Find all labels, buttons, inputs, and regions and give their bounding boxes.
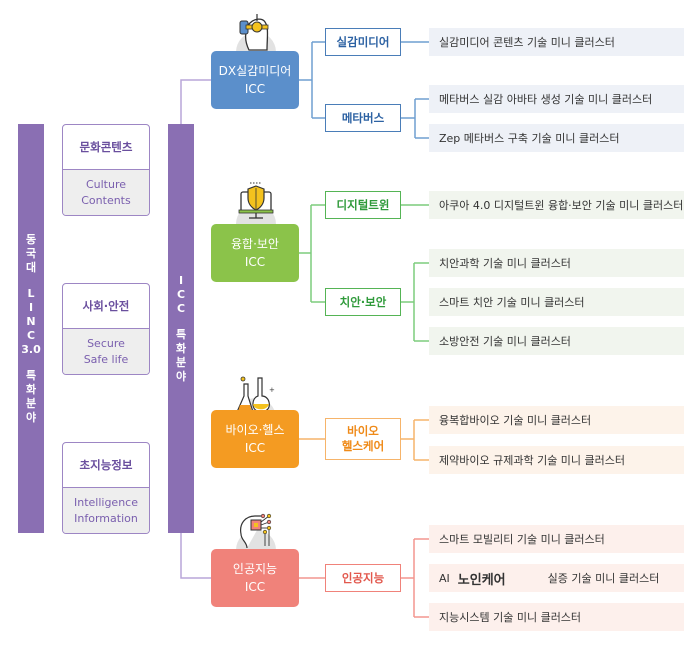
sub-label: 인공지능 bbox=[341, 570, 385, 585]
leaf-item[interactable]: AI 노인케어 실증 기술 미니 클러스터 bbox=[429, 564, 684, 592]
leaf-label: 아쿠아 4.0 디지털트윈 융합·보안 기술 미니 클러스터 bbox=[439, 199, 684, 212]
bar-char: N bbox=[26, 314, 36, 328]
category-en-line: Intelligence bbox=[73, 496, 138, 509]
icc-box-dx-media[interactable]: DX실감미디어 ICC bbox=[211, 51, 299, 109]
leaf-item[interactable]: 스마트 치안 기술 미니 클러스터 bbox=[429, 288, 684, 316]
category-intelligence-information: 초지능정보 Intelligence Information bbox=[62, 442, 150, 534]
icc-specialization-bar: I C C 특 화 분 야 bbox=[168, 124, 194, 533]
bar-char: 대 bbox=[25, 260, 37, 274]
sub-artificial-intelligence[interactable]: 인공지능 bbox=[325, 564, 401, 592]
leaf-label: 실증 기술 미니 클러스터 bbox=[547, 572, 660, 585]
security-shield-monitor-icon bbox=[231, 180, 281, 244]
category-en-label: Culture Contents bbox=[63, 170, 149, 215]
category-en-line: Secure bbox=[87, 337, 125, 350]
security-connectors bbox=[299, 204, 429, 342]
icc-suffix: ICC bbox=[244, 580, 266, 594]
category-ko-label: 초지능정보 bbox=[63, 443, 149, 488]
icc-name: DX실감미디어 bbox=[218, 64, 292, 78]
leaf-label: 스마트 치안 기술 미니 클러스터 bbox=[439, 296, 585, 309]
leaf-label: Zep 메타버스 구축 기술 미니 클러스터 bbox=[439, 132, 620, 145]
leaf-item[interactable]: 실감미디어 콘텐츠 기술 미니 클러스터 bbox=[429, 28, 684, 56]
ai-brain-chip-icon bbox=[231, 506, 281, 570]
sub-label: 치안·보안 bbox=[339, 294, 387, 309]
bar-char: 화 bbox=[175, 341, 187, 355]
bar-char: 특 bbox=[25, 368, 37, 382]
sub-label: 헬스케어 bbox=[341, 439, 385, 453]
category-en-line: Safe life bbox=[83, 353, 129, 366]
bar-char: 특 bbox=[175, 327, 187, 341]
leaf-item[interactable]: 소방안전 기술 미니 클러스터 bbox=[429, 327, 684, 355]
bar-char: I bbox=[178, 273, 184, 287]
linc-specialization-bar: 동 국 대 L I N C 3.0 특 화 분 야 bbox=[18, 124, 44, 533]
bar-char: C bbox=[26, 328, 36, 342]
category-en-label: Secure Safe life bbox=[63, 329, 149, 374]
leaf-label: 치안과학 기술 미니 클러스터 bbox=[439, 257, 571, 270]
bar-char: I bbox=[28, 300, 34, 314]
vr-headset-icon bbox=[231, 8, 281, 72]
icc-box-artificial-intelligence[interactable]: 인공지능 ICC bbox=[211, 549, 299, 607]
icc-suffix: ICC bbox=[244, 255, 266, 269]
leaf-label: 메타버스 실감 아바타 생성 기술 미니 클러스터 bbox=[439, 93, 653, 106]
leaf-item[interactable]: Zep 메타버스 구축 기술 미니 클러스터 bbox=[429, 124, 684, 152]
bar-char: 국 bbox=[25, 246, 37, 260]
leaf-item[interactable]: 지능시스템 기술 미니 클러스터 bbox=[429, 603, 684, 631]
category-ko-label: 문화콘텐츠 bbox=[63, 125, 149, 170]
leaf-label: 융복합바이오 기술 미니 클러스터 bbox=[439, 414, 592, 427]
bar-char: 3.0 bbox=[21, 342, 41, 356]
category-secure-safe-life: 사회·안전 Secure Safe life bbox=[62, 283, 150, 375]
category-en-line: Information bbox=[74, 512, 138, 525]
leaf-item[interactable]: 융복합바이오 기술 미니 클러스터 bbox=[429, 406, 684, 434]
bar-char: 분 bbox=[25, 396, 37, 410]
sub-label: 메타버스 bbox=[341, 110, 385, 125]
sub-public-security[interactable]: 치안·보안 bbox=[325, 288, 401, 316]
leaf-item[interactable]: 메타버스 실감 아바타 생성 기술 미니 클러스터 bbox=[429, 85, 684, 113]
category-ko-label: 사회·안전 bbox=[63, 284, 149, 329]
icc-box-convergence-security[interactable]: 융합·보안 ICC bbox=[211, 224, 299, 282]
bar-char: C bbox=[176, 301, 186, 315]
svg-text:+: + bbox=[269, 386, 275, 394]
sub-label: 바이오 bbox=[347, 424, 379, 438]
bar-char: L bbox=[27, 286, 35, 300]
category-en-line: Contents bbox=[81, 194, 131, 207]
icc-suffix: ICC bbox=[244, 441, 266, 455]
sub-immersive-media[interactable]: 실감미디어 bbox=[325, 28, 401, 56]
connector-ai bbox=[180, 533, 211, 579]
leaf-emphasis: 노인케어 bbox=[457, 572, 506, 588]
sub-bio-healthcare[interactable]: 바이오 헬스케어 bbox=[325, 418, 401, 460]
sub-digital-twin[interactable]: 디지털트윈 bbox=[325, 191, 401, 219]
icc-name: 융합·보안 bbox=[231, 237, 279, 251]
category-en-line: Culture bbox=[85, 178, 127, 191]
icc-suffix: ICC bbox=[244, 82, 266, 96]
leaf-item[interactable]: 제약바이오 규제과학 기술 미니 클러스터 bbox=[429, 446, 684, 474]
bar-char: 화 bbox=[25, 382, 37, 396]
icc-name: 바이오·헬스 bbox=[225, 423, 285, 437]
bar-char: 동 bbox=[25, 232, 37, 246]
category-culture-contents: 문화콘텐츠 Culture Contents bbox=[62, 124, 150, 216]
leaf-label: 스마트 모빌리티 기술 미니 클러스터 bbox=[439, 533, 605, 546]
leaf-label: 실감미디어 콘텐츠 기술 미니 클러스터 bbox=[439, 36, 615, 49]
bar-char: C bbox=[176, 287, 186, 301]
bar-char: 야 bbox=[25, 410, 37, 424]
connector-dx bbox=[180, 79, 211, 124]
leaf-label: 지능시스템 기술 미니 클러스터 bbox=[439, 611, 582, 624]
sub-label: 디지털트윈 bbox=[336, 197, 390, 212]
leaf-item[interactable]: 치안과학 기술 미니 클러스터 bbox=[429, 249, 684, 277]
category-en-label: Intelligence Information bbox=[63, 488, 149, 533]
bar-char: 야 bbox=[175, 369, 187, 383]
sub-label: 실감미디어 bbox=[336, 34, 390, 49]
sub-metaverse[interactable]: 메타버스 bbox=[325, 104, 401, 132]
leaf-item[interactable]: 아쿠아 4.0 디지털트윈 융합·보안 기술 미니 클러스터 bbox=[429, 191, 684, 219]
leaf-label: 제약바이오 규제과학 기술 미니 클러스터 bbox=[439, 454, 626, 467]
bar-char: 분 bbox=[175, 355, 187, 369]
icc-box-bio-health[interactable]: 바이오·헬스 ICC bbox=[211, 410, 299, 468]
leaf-prefix: AI bbox=[439, 571, 450, 585]
leaf-label: 소방안전 기술 미니 클러스터 bbox=[439, 335, 571, 348]
icc-name: 인공지능 bbox=[232, 562, 278, 576]
leaf-item[interactable]: 스마트 모빌리티 기술 미니 클러스터 bbox=[429, 525, 684, 553]
